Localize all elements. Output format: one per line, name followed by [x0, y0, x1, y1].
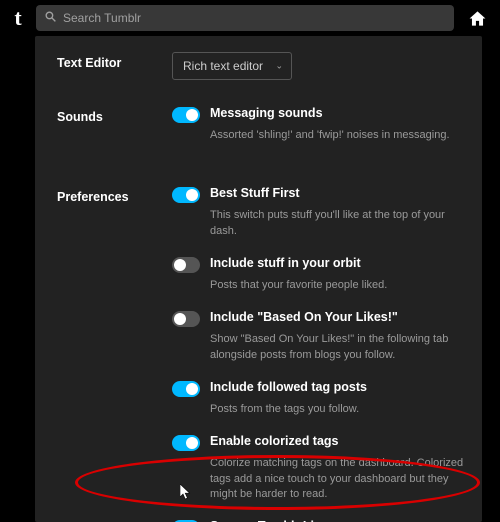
section-label: Preferences [57, 186, 172, 204]
option-desc: Posts that your favorite people liked. [210, 278, 464, 294]
toggle-best-stuff-first[interactable] [172, 187, 200, 203]
dropdown-value: Rich text editor [183, 59, 263, 73]
option-title: Enable colorized tags [210, 434, 339, 448]
option-title: Include followed tag posts [210, 380, 367, 394]
option-desc: This switch puts stuff you'll like at th… [210, 208, 464, 240]
section-label: Text Editor [57, 52, 172, 70]
section-sounds: Sounds Messaging sounds Assorted 'shling… [57, 106, 464, 160]
chevron-down-icon: ⌄ [276, 61, 284, 72]
topbar: t Search Tumblr [0, 0, 500, 36]
tumblr-logo[interactable]: t [8, 4, 28, 32]
section-label: Sounds [57, 106, 172, 124]
text-editor-dropdown[interactable]: Rich text editor ⌄ [172, 52, 292, 80]
option-desc: Assorted 'shling!' and 'fwip!' noises in… [210, 128, 464, 144]
option-desc: Colorize matching tags on the dashboard.… [210, 456, 464, 504]
settings-panel: Text Editor Rich text editor ⌄ Sounds Me… [35, 36, 482, 522]
preferences-list: Best Stuff First This switch puts stuff … [172, 186, 464, 522]
search-input[interactable]: Search Tumblr [36, 5, 454, 31]
option-title: Include stuff in your orbit [210, 256, 361, 270]
toggle-messaging-sounds[interactable] [172, 107, 200, 123]
home-icon[interactable] [462, 9, 492, 28]
section-preferences: Preferences Best Stuff First This switch… [57, 186, 464, 522]
search-icon [44, 10, 57, 26]
toggle-followed-tag-posts[interactable] [172, 381, 200, 397]
search-placeholder: Search Tumblr [63, 11, 141, 25]
option-desc: Show "Based On Your Likes!" in the follo… [210, 332, 464, 364]
option-desc: Posts from the tags you follow. [210, 402, 464, 418]
section-text-editor: Text Editor Rich text editor ⌄ [57, 52, 464, 80]
option-title: Best Stuff First [210, 186, 300, 200]
option-title: Include "Based On Your Likes!" [210, 310, 398, 324]
option-title: Messaging sounds [210, 106, 323, 120]
toggle-colorized-tags[interactable] [172, 435, 200, 451]
toggle-based-on-likes[interactable] [172, 311, 200, 327]
toggle-include-orbit[interactable] [172, 257, 200, 273]
